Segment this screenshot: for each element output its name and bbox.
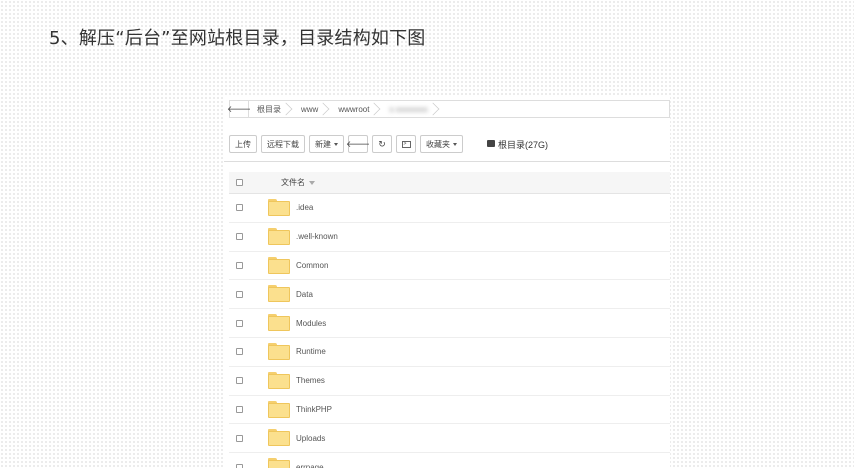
table-row[interactable]: Themes bbox=[229, 367, 670, 396]
breadcrumb-item-www[interactable]: www bbox=[293, 101, 330, 117]
disk-label: 根目录(27G) bbox=[498, 139, 549, 150]
folder-icon bbox=[268, 314, 290, 332]
file-name[interactable]: .idea bbox=[296, 203, 313, 212]
table-row[interactable]: Data bbox=[229, 280, 670, 310]
terminal-button[interactable]: > bbox=[396, 135, 416, 153]
new-dropdown-button[interactable]: 新建 bbox=[309, 135, 344, 153]
refresh-button[interactable]: ↻ bbox=[372, 135, 392, 153]
table-row[interactable]: Uploads bbox=[229, 424, 670, 454]
file-name[interactable]: Themes bbox=[296, 376, 325, 385]
folder-icon bbox=[268, 227, 290, 245]
breadcrumb-item-site[interactable]: s xxxxxxxx bbox=[381, 101, 439, 117]
breadcrumb: 🡐 根目录 www wwwroot s xxxxxxxx bbox=[226, 100, 670, 118]
disk-indicator[interactable]: 根目录(27G) bbox=[487, 138, 548, 151]
file-list: .idea .well-known Common Data Modules Ru… bbox=[229, 194, 670, 468]
select-all-checkbox[interactable] bbox=[236, 179, 243, 186]
folder-icon bbox=[268, 400, 290, 418]
disk-icon bbox=[487, 139, 495, 147]
remote-download-button[interactable]: 远程下载 bbox=[261, 135, 305, 153]
upload-button[interactable]: 上传 bbox=[229, 135, 257, 153]
table-row[interactable]: errpage bbox=[229, 453, 670, 468]
row-checkbox[interactable] bbox=[236, 204, 243, 212]
table-row[interactable]: Runtime bbox=[229, 338, 670, 367]
caret-down-icon bbox=[334, 142, 338, 146]
file-name[interactable]: ThinkPHP bbox=[296, 405, 332, 414]
file-name[interactable]: errpage bbox=[296, 463, 324, 468]
page-heading: 5、解压“后台”至网站根目录，目录结构如下图 bbox=[49, 28, 426, 49]
table-row[interactable]: Modules bbox=[229, 309, 670, 338]
breadcrumb-item-wwwroot[interactable]: wwwroot bbox=[330, 101, 381, 117]
file-name[interactable]: .well-known bbox=[296, 232, 338, 241]
arrow-left-icon: 🡐 bbox=[226, 103, 252, 114]
back-button[interactable]: 🡐 bbox=[345, 135, 371, 153]
file-manager-screenshot: 🡐 根目录 www wwwroot s xxxxxxxx 上传 远程下载 新建 … bbox=[224, 97, 670, 468]
divider bbox=[224, 161, 670, 162]
table-row[interactable]: Common bbox=[229, 252, 670, 281]
terminal-icon: > bbox=[401, 140, 411, 148]
row-checkbox[interactable] bbox=[236, 377, 243, 385]
arrow-left-icon: 🡐 bbox=[345, 138, 371, 149]
row-checkbox[interactable] bbox=[236, 348, 243, 356]
folder-icon bbox=[268, 342, 290, 360]
file-name[interactable]: Runtime bbox=[296, 347, 326, 356]
row-checkbox[interactable] bbox=[236, 405, 243, 413]
new-button-label: 新建 bbox=[315, 139, 331, 149]
row-checkbox[interactable] bbox=[236, 233, 243, 241]
file-name[interactable]: Common bbox=[296, 261, 328, 270]
file-name[interactable]: Uploads bbox=[296, 434, 325, 443]
row-checkbox[interactable] bbox=[236, 290, 243, 298]
row-checkbox[interactable] bbox=[236, 319, 243, 327]
column-header-label: 文件名 bbox=[281, 178, 305, 187]
folder-icon bbox=[268, 429, 290, 447]
table-row[interactable]: .well-known bbox=[229, 223, 670, 252]
folder-icon bbox=[268, 458, 290, 468]
row-checkbox[interactable] bbox=[236, 261, 243, 269]
row-checkbox[interactable] bbox=[236, 463, 243, 468]
column-header-name[interactable]: 文件名 bbox=[281, 177, 315, 188]
row-checkbox[interactable] bbox=[236, 434, 243, 442]
favorites-dropdown-button[interactable]: 收藏夹 bbox=[420, 135, 463, 153]
breadcrumb-back-button[interactable]: 🡐 bbox=[226, 101, 252, 117]
favorites-label: 收藏夹 bbox=[426, 139, 450, 149]
folder-icon bbox=[268, 199, 290, 216]
table-header: 文件名 bbox=[229, 172, 670, 194]
table-row[interactable]: .idea bbox=[229, 194, 670, 223]
folder-icon bbox=[268, 256, 290, 274]
folder-icon bbox=[268, 285, 290, 303]
caret-down-icon bbox=[453, 142, 457, 146]
refresh-icon: ↻ bbox=[378, 138, 386, 149]
file-name[interactable]: Modules bbox=[296, 319, 326, 328]
toolbar: 上传 远程下载 新建 🡐 ↻ > 收藏夹 根目录(27G) bbox=[229, 134, 548, 154]
file-name[interactable]: Data bbox=[296, 290, 313, 299]
folder-icon bbox=[268, 371, 290, 389]
sort-down-icon bbox=[309, 180, 315, 185]
table-row[interactable]: ThinkPHP bbox=[229, 396, 670, 425]
breadcrumb-item-root[interactable]: 根目录 bbox=[249, 101, 293, 117]
